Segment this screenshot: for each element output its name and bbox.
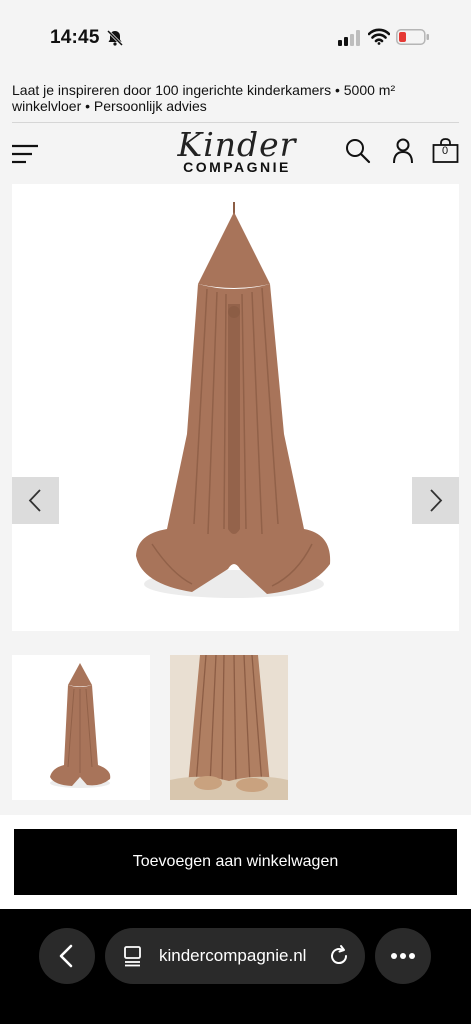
product-image[interactable]: [12, 184, 459, 631]
chevron-left-icon: [28, 489, 41, 512]
status-bar: 14:45: [0, 0, 471, 70]
battery-icon: [396, 29, 429, 45]
canopy-thumbnail-image: [50, 663, 111, 788]
back-button[interactable]: [39, 928, 95, 984]
bell-slash-icon: [106, 29, 124, 47]
more-icon: [391, 953, 415, 959]
cart-count: 0: [441, 145, 449, 157]
next-image-button[interactable]: [412, 477, 459, 524]
canopy-room-thumbnail-image: [170, 655, 288, 800]
prev-image-button[interactable]: [12, 477, 59, 524]
site-header: Kinder COMPAGNIE 0: [0, 123, 471, 183]
wifi-icon: [368, 28, 390, 45]
signal-icon: [338, 30, 360, 46]
site-logo[interactable]: Kinder COMPAGNIE: [176, 127, 298, 181]
search-icon[interactable]: [344, 137, 372, 165]
add-to-cart-panel: Toevoegen aan winkelwagen: [0, 815, 471, 909]
canopy-image: [136, 202, 331, 598]
add-to-cart-button[interactable]: Toevoegen aan winkelwagen: [14, 829, 457, 895]
cart-button[interactable]: 0: [432, 137, 460, 165]
account-icon[interactable]: [389, 137, 417, 165]
thumbnail-1[interactable]: [12, 655, 150, 800]
reload-icon[interactable]: [327, 944, 351, 968]
menu-icon[interactable]: [12, 143, 40, 165]
logo-script: Kinder: [177, 125, 297, 164]
promo-banner: Laat je inspireren door 100 ingerichte k…: [12, 82, 396, 114]
chevron-left-icon: [59, 944, 73, 968]
browser-toolbar: kindercompagnie.nl: [0, 909, 471, 1024]
page-icon: [124, 946, 141, 967]
address-bar[interactable]: kindercompagnie.nl: [105, 928, 365, 984]
status-time: 14:45: [50, 27, 100, 48]
thumbnail-2[interactable]: [170, 655, 288, 800]
chevron-right-icon: [430, 489, 443, 512]
more-button[interactable]: [375, 928, 431, 984]
url-text: kindercompagnie.nl: [159, 946, 307, 965]
logo-sub: COMPAGNIE: [183, 159, 291, 175]
